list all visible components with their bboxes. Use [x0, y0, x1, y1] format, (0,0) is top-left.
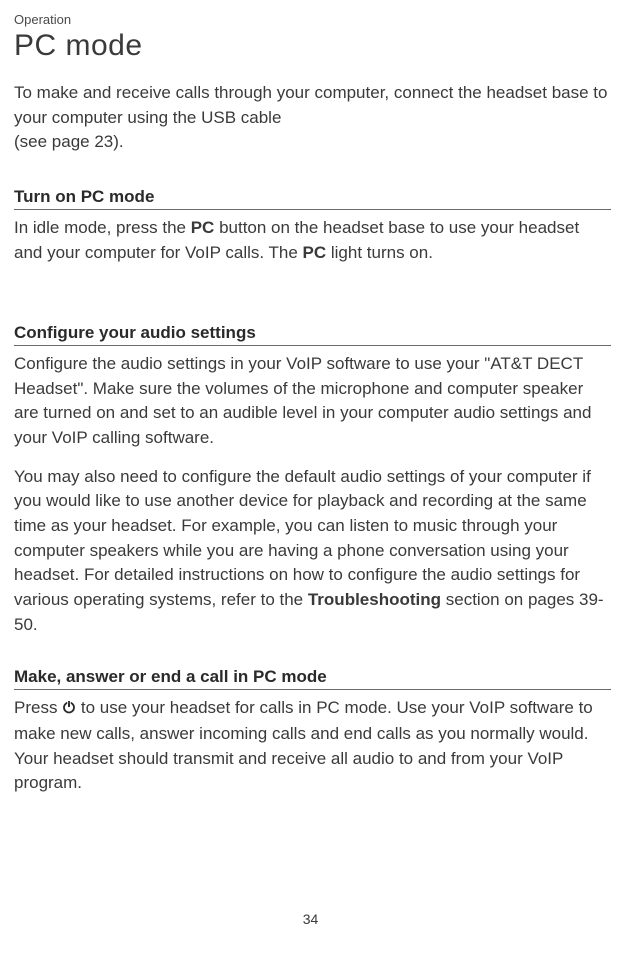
text-fragment: Press — [14, 698, 62, 717]
category-label: Operation — [14, 12, 611, 27]
page-number: 34 — [0, 911, 621, 927]
heading-turn-on: Turn on PC mode — [14, 187, 611, 210]
power-icon — [62, 697, 76, 722]
heading-configure: Configure your audio settings — [14, 323, 611, 346]
text-configure-p1: Configure the audio settings in your VoI… — [14, 352, 611, 451]
text-make-call: Press to use your headset for calls in P… — [14, 696, 611, 796]
text-fragment: light turns on. — [326, 243, 433, 262]
text-fragment: You may also need to configure the defau… — [14, 467, 591, 609]
section-make-call: Make, answer or end a call in PC mode Pr… — [14, 667, 611, 796]
text-fragment: to use your headset for calls in PC mode… — [14, 698, 593, 792]
text-turn-on: In idle mode, press the PC button on the… — [14, 216, 611, 265]
section-configure: Configure your audio settings Configure … — [14, 323, 611, 637]
heading-make-call: Make, answer or end a call in PC mode — [14, 667, 611, 690]
section-turn-on: Turn on PC mode In idle mode, press the … — [14, 187, 611, 265]
page-title: PC mode — [14, 29, 611, 63]
bold-pc-1: PC — [191, 218, 215, 237]
bold-pc-2: PC — [303, 243, 327, 262]
text-fragment: In idle mode, press the — [14, 218, 191, 237]
bold-troubleshooting: Troubleshooting — [308, 590, 441, 609]
text-configure-p2: You may also need to configure the defau… — [14, 465, 611, 637]
intro-paragraph: To make and receive calls through your c… — [14, 81, 611, 155]
